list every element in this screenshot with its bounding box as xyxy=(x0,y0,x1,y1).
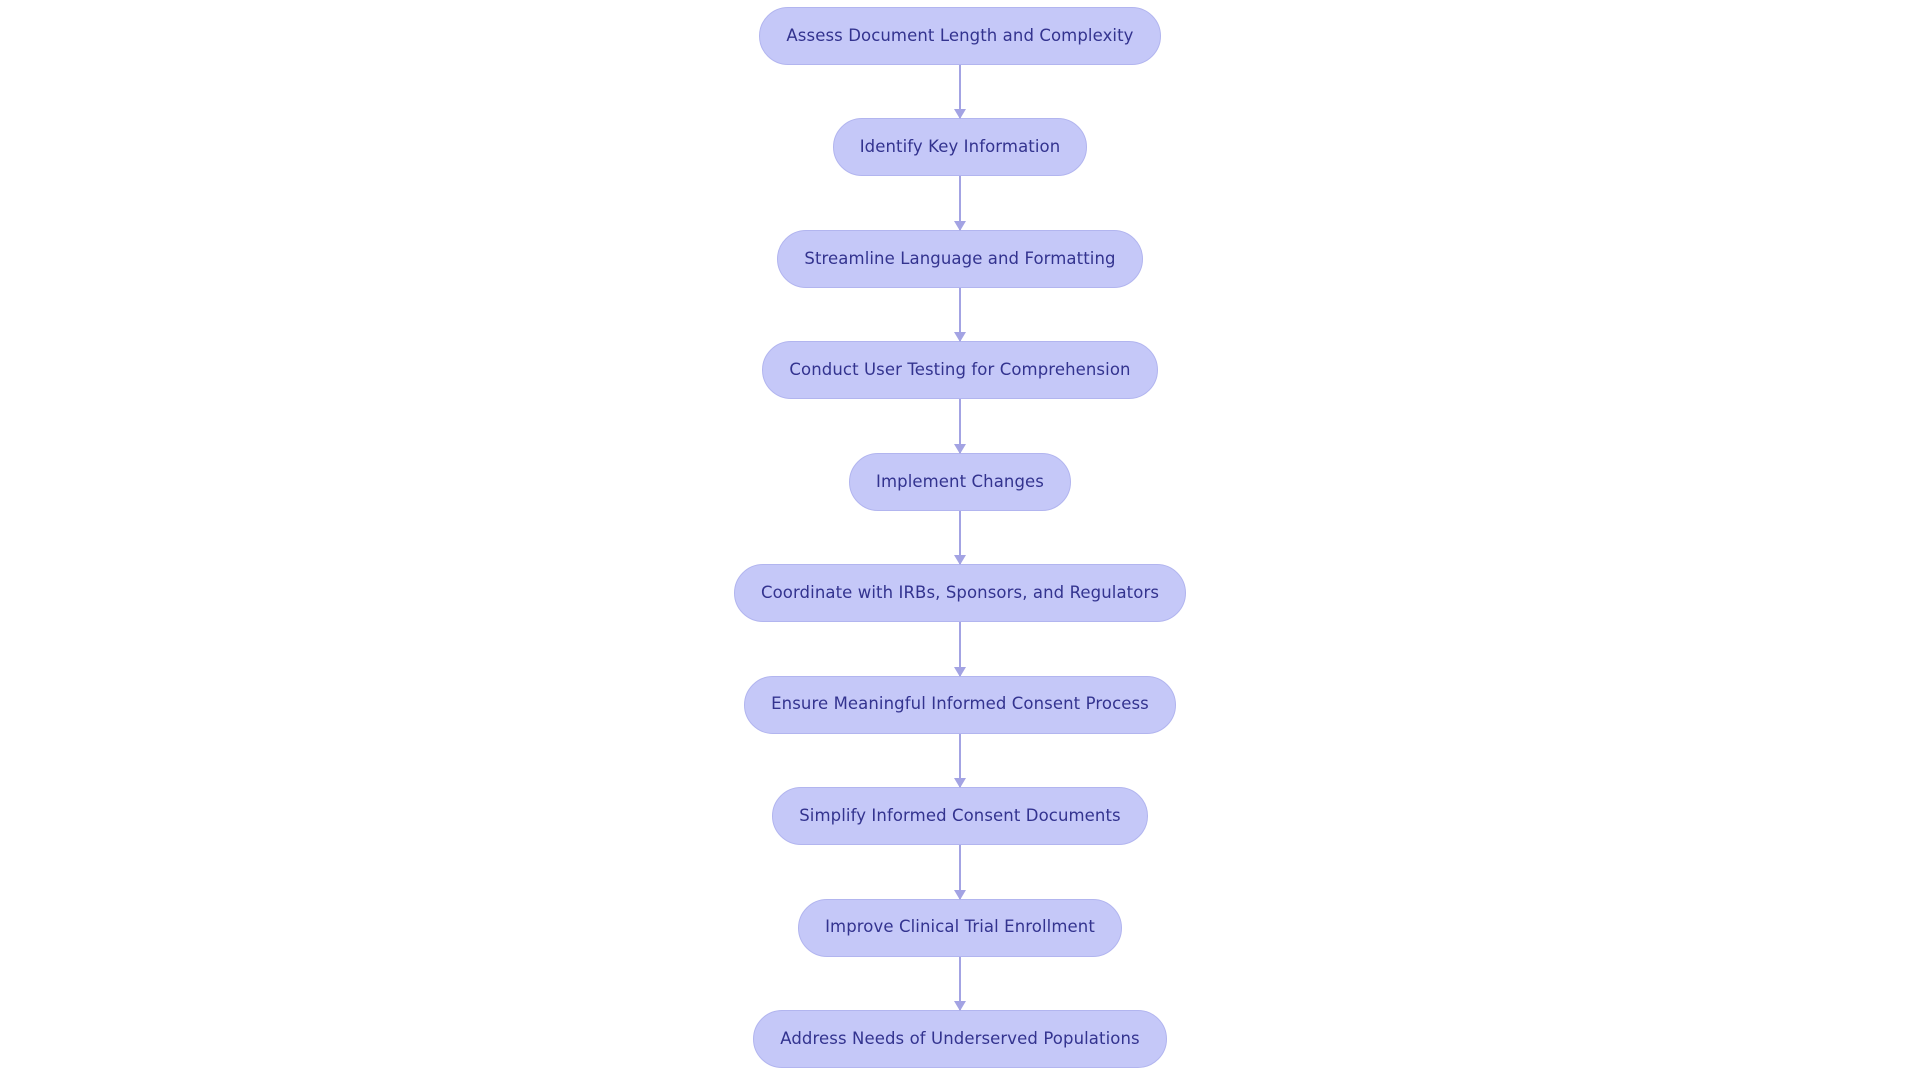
flow-node-ensure-meaningful-informed-consent-process[interactable]: Ensure Meaningful Informed Consent Proce… xyxy=(744,676,1176,734)
flow-node-label: Conduct User Testing for Comprehension xyxy=(789,362,1130,379)
flowchart-canvas: Assess Document Length and Complexity Id… xyxy=(0,0,1920,1080)
arrow-head-icon xyxy=(954,778,966,788)
flow-node-streamline-language-and-formatting[interactable]: Streamline Language and Formatting xyxy=(777,230,1142,288)
arrow-head-icon xyxy=(954,1001,966,1011)
arrow-head-icon xyxy=(954,332,966,342)
flow-node-label: Improve Clinical Trial Enrollment xyxy=(825,919,1095,936)
flow-node-identify-key-information[interactable]: Identify Key Information xyxy=(833,118,1088,176)
flow-node-label: Ensure Meaningful Informed Consent Proce… xyxy=(771,696,1149,713)
flow-edge-9-to-10 xyxy=(959,957,961,1010)
flow-node-container-4: Conduct User Testing for Comprehension xyxy=(762,341,1157,399)
flow-edge-3-to-4 xyxy=(959,288,961,341)
flow-node-container-6: Coordinate with IRBs, Sponsors, and Regu… xyxy=(734,564,1186,622)
flow-edge-6-to-7 xyxy=(959,622,961,675)
flow-node-implement-changes[interactable]: Implement Changes xyxy=(849,453,1071,511)
arrow-head-icon xyxy=(954,444,966,454)
flow-node-coordinate-with-irbs-sponsors-and-regulators[interactable]: Coordinate with IRBs, Sponsors, and Regu… xyxy=(734,564,1186,622)
flow-node-assess-document-length-and-complexity[interactable]: Assess Document Length and Complexity xyxy=(759,7,1160,65)
arrow-head-icon xyxy=(954,555,966,565)
flow-node-container-1: Assess Document Length and Complexity xyxy=(759,7,1160,65)
flow-node-container-7: Ensure Meaningful Informed Consent Proce… xyxy=(744,676,1176,734)
flow-edge-2-to-3 xyxy=(959,176,961,229)
flow-node-conduct-user-testing-for-comprehension[interactable]: Conduct User Testing for Comprehension xyxy=(762,341,1157,399)
arrow-head-icon xyxy=(954,667,966,677)
arrow-head-icon xyxy=(954,109,966,119)
flow-node-container-3: Streamline Language and Formatting xyxy=(777,230,1142,288)
flow-edge-4-to-5 xyxy=(959,399,961,452)
flowchart-node-sequence: Assess Document Length and Complexity Id… xyxy=(0,0,1920,1080)
arrow-head-icon xyxy=(954,221,966,231)
flow-node-container-9: Improve Clinical Trial Enrollment xyxy=(798,899,1122,957)
flow-edge-5-to-6 xyxy=(959,511,961,564)
flow-node-label: Assess Document Length and Complexity xyxy=(786,28,1133,45)
flow-node-container-5: Implement Changes xyxy=(849,453,1071,511)
flow-node-label: Streamline Language and Formatting xyxy=(804,251,1115,268)
flow-edge-7-to-8 xyxy=(959,734,961,787)
flow-node-simplify-informed-consent-documents[interactable]: Simplify Informed Consent Documents xyxy=(772,787,1148,845)
arrow-head-icon xyxy=(954,890,966,900)
flow-node-label: Identify Key Information xyxy=(860,139,1061,156)
flow-node-container-2: Identify Key Information xyxy=(833,118,1088,176)
flow-edge-8-to-9 xyxy=(959,845,961,898)
flow-node-label: Coordinate with IRBs, Sponsors, and Regu… xyxy=(761,585,1159,602)
flow-node-container-10: Address Needs of Underserved Populations xyxy=(753,1010,1166,1068)
flow-node-container-8: Simplify Informed Consent Documents xyxy=(772,787,1148,845)
flow-edge-1-to-2 xyxy=(959,65,961,118)
flow-node-address-needs-of-underserved-populations[interactable]: Address Needs of Underserved Populations xyxy=(753,1010,1166,1068)
flow-node-label: Address Needs of Underserved Populations xyxy=(780,1031,1139,1048)
flow-node-improve-clinical-trial-enrollment[interactable]: Improve Clinical Trial Enrollment xyxy=(798,899,1122,957)
flow-node-label: Implement Changes xyxy=(876,474,1044,491)
flow-node-label: Simplify Informed Consent Documents xyxy=(799,808,1121,825)
